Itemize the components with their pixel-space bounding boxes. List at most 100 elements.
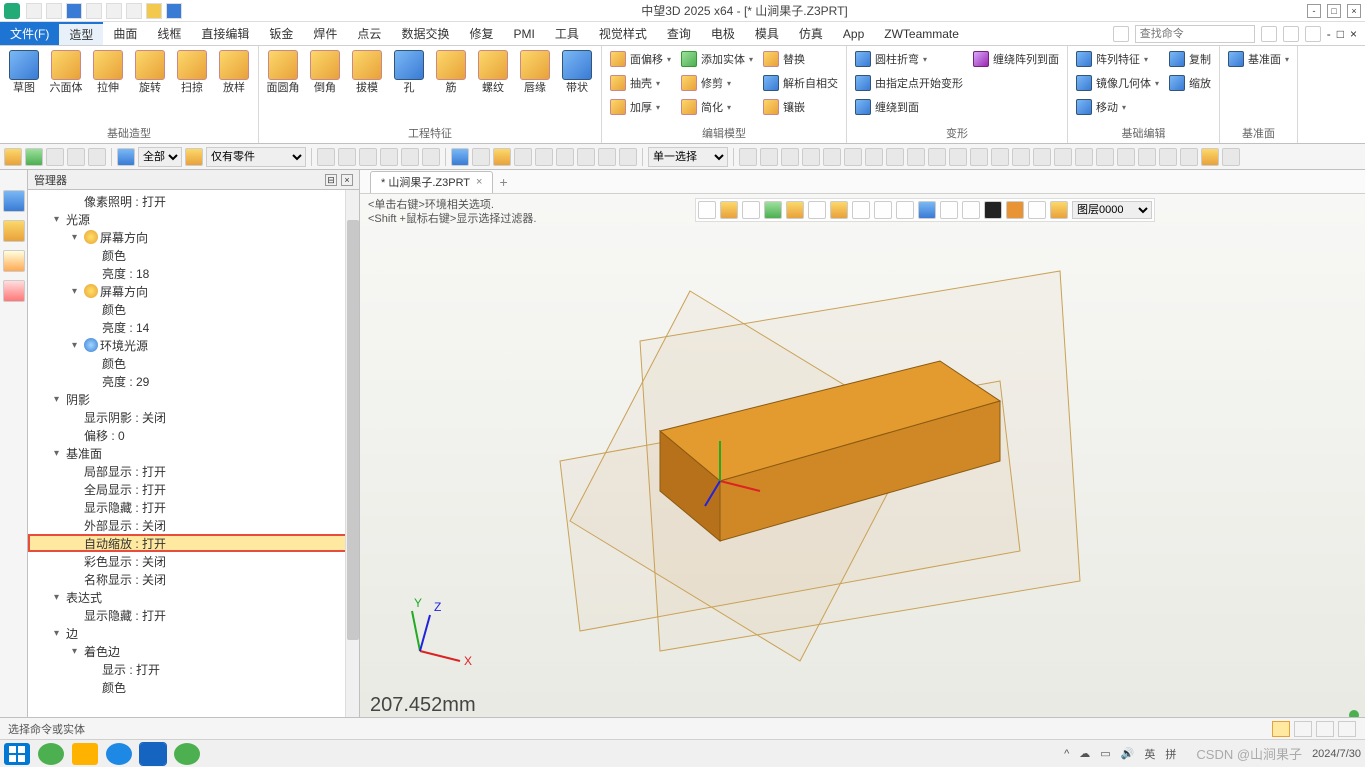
tb-v7-icon[interactable]	[577, 148, 595, 166]
cmd-wrap[interactable]: 缠绕到面	[851, 96, 967, 118]
cmd-fillet[interactable]: 面圆角	[263, 48, 303, 96]
tb-s8-icon[interactable]	[886, 148, 904, 166]
qat-new-icon[interactable]	[26, 3, 42, 19]
cmd-trim[interactable]: 修剪▾	[677, 72, 757, 94]
tree-row[interactable]: 颜色	[28, 354, 359, 372]
panel-close-icon[interactable]: ×	[341, 174, 353, 186]
tb-s23-icon[interactable]	[1201, 148, 1219, 166]
cmd-datum[interactable]: 基准面▾	[1224, 48, 1293, 70]
tab-close-icon[interactable]: ×	[476, 176, 482, 188]
tree-row[interactable]: 颜色	[28, 246, 359, 264]
menu-tab[interactable]: 直接编辑	[191, 22, 259, 45]
vtb-12-icon[interactable]	[940, 201, 958, 219]
tb-s4-icon[interactable]	[802, 148, 820, 166]
vtb-14-icon[interactable]	[984, 201, 1002, 219]
cmd-addsolid[interactable]: 添加实体▾	[677, 48, 757, 70]
taskbar-edge-icon[interactable]	[106, 743, 132, 765]
minimize-button[interactable]: -	[1307, 4, 1321, 18]
tb-s22-icon[interactable]	[1180, 148, 1198, 166]
menu-tab[interactable]: 查询	[657, 22, 701, 45]
qat-save-icon[interactable]	[66, 3, 82, 19]
cmd-thread[interactable]: 螺纹	[473, 48, 513, 96]
tb-chart-icon[interactable]	[117, 148, 135, 166]
panel-tab-4[interactable]	[3, 280, 25, 302]
cmd-selfintersect[interactable]: 解析自相交	[759, 72, 842, 94]
cmd-rib[interactable]: 筋	[431, 48, 471, 96]
layer-select[interactable]: 图层0000	[1072, 201, 1152, 219]
menu-tab[interactable]: 点云	[347, 22, 391, 45]
menu-tab[interactable]: PMI	[503, 22, 544, 45]
tray-chevron-icon[interactable]: ^	[1064, 748, 1069, 760]
tree-row[interactable]: 亮度 : 14	[28, 318, 359, 336]
maximize-button[interactable]: □	[1327, 4, 1341, 18]
menu-tab[interactable]: 曲面	[103, 22, 147, 45]
tb-s16-icon[interactable]	[1054, 148, 1072, 166]
tray-volume-icon[interactable]: 🔊	[1121, 747, 1135, 760]
tree-row[interactable]: 亮度 : 18	[28, 264, 359, 282]
tree-row[interactable]: 颜色	[28, 678, 359, 696]
vtb-4-icon[interactable]	[764, 201, 782, 219]
vtb-16-icon[interactable]	[1028, 201, 1046, 219]
qat-print-icon[interactable]	[86, 3, 102, 19]
tree-scrollbar[interactable]	[345, 190, 359, 717]
cmd-mirror[interactable]: 镜像几何体▾	[1072, 72, 1163, 94]
sb-mode1-icon[interactable]	[1272, 721, 1290, 737]
panel-tab-2[interactable]	[3, 220, 25, 242]
tree-row[interactable]: 显示阴影 : 关闭	[28, 408, 359, 426]
tb-s9-icon[interactable]	[907, 148, 925, 166]
cmd-band[interactable]: 带状	[557, 48, 597, 96]
cmd-faceoffset[interactable]: 面偏移▾	[606, 48, 675, 70]
cmd-chamfer[interactable]: 倒角	[305, 48, 345, 96]
tray-battery-icon[interactable]: ▭	[1100, 747, 1110, 760]
tb-s20-icon[interactable]	[1138, 148, 1156, 166]
tray-ime1[interactable]: 英	[1144, 746, 1155, 762]
tree-row[interactable]: ▾着色边	[28, 642, 359, 660]
tb-g1-icon[interactable]	[317, 148, 335, 166]
chevron-down-icon[interactable]	[1113, 26, 1129, 42]
onlyparts-select[interactable]: 仅有零件	[206, 147, 306, 167]
tb-s3-icon[interactable]	[781, 148, 799, 166]
menu-tab[interactable]: 模具	[745, 22, 789, 45]
tree-row[interactable]: 像素照明 : 打开	[28, 192, 359, 210]
command-search-input[interactable]	[1135, 25, 1255, 43]
vtb-10-icon[interactable]	[896, 201, 914, 219]
menu-tab[interactable]: 视觉样式	[589, 22, 657, 45]
menu-tab[interactable]: 线框	[147, 22, 191, 45]
cmd-shell[interactable]: 抽壳▾	[606, 72, 675, 94]
vtb-3-icon[interactable]	[742, 201, 760, 219]
vtb-13-icon[interactable]	[962, 201, 980, 219]
cmd-sketch[interactable]: 草图	[4, 48, 44, 96]
cmd-lip[interactable]: 唇缘	[515, 48, 555, 96]
menu-tab[interactable]: 钣金	[259, 22, 303, 45]
vtb-11-icon[interactable]	[918, 201, 936, 219]
tb-v1-icon[interactable]	[451, 148, 469, 166]
tb-s1-icon[interactable]	[739, 148, 757, 166]
sb-mode2-icon[interactable]	[1294, 721, 1312, 737]
qat-undo-icon[interactable]	[106, 3, 122, 19]
tree-row[interactable]: ▾光源	[28, 210, 359, 228]
tb-s13-icon[interactable]	[991, 148, 1009, 166]
cmd-extrude[interactable]: 拉伸	[88, 48, 128, 96]
tb-s24-icon[interactable]	[1222, 148, 1240, 166]
menu-tab[interactable]: App	[833, 22, 874, 45]
gear-icon[interactable]	[1283, 26, 1299, 42]
tb-s6-icon[interactable]	[844, 148, 862, 166]
tb-v9-icon[interactable]	[619, 148, 637, 166]
qat-next-icon[interactable]	[146, 3, 162, 19]
tree-row[interactable]: 外部显示 : 关闭	[28, 516, 359, 534]
tab-add-button[interactable]: +	[499, 174, 507, 190]
cmd-scale[interactable]: 缩放	[1165, 72, 1215, 94]
tree-row[interactable]: 显示隐藏 : 打开	[28, 498, 359, 516]
tb-pin-icon[interactable]	[67, 148, 85, 166]
menu-tab[interactable]: 仿真	[789, 22, 833, 45]
taskbar-zw3d-icon[interactable]	[140, 743, 166, 765]
start-button[interactable]	[4, 743, 30, 765]
cmd-cylbend[interactable]: 圆柱折弯▾	[851, 48, 967, 70]
tb-v8-icon[interactable]	[598, 148, 616, 166]
mdi-minimize-button[interactable]: -	[1327, 27, 1331, 41]
menu-tab[interactable]: ZWTeammate	[874, 22, 969, 45]
scene-3d[interactable]: X Y Z 207.452mm	[360, 230, 1365, 717]
vtb-5-icon[interactable]	[786, 201, 804, 219]
tray-cloud-icon[interactable]: ☁	[1079, 747, 1090, 760]
tb-s10-icon[interactable]	[928, 148, 946, 166]
